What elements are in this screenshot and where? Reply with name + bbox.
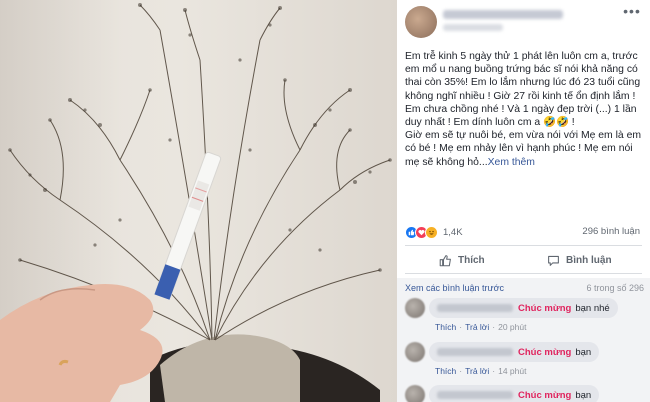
comment-bubble: Chúc mừng bạn <box>429 342 600 362</box>
commenter-avatar[interactable] <box>405 298 425 318</box>
separator-dot: · <box>492 322 496 332</box>
separator-dot: · <box>459 366 463 376</box>
commenter-name-blurred[interactable] <box>437 391 513 399</box>
commenter-name-blurred[interactable] <box>437 304 513 312</box>
photo-illustration <box>0 3 392 402</box>
commenter-name-blurred[interactable] <box>437 348 513 356</box>
comment-actions: Thích · Trả lời · 14 phút <box>435 366 526 376</box>
post-panel: ••• Em trễ kinh 5 ngày thử 1 phát lên lu… <box>397 0 650 402</box>
comment-highlight-text: Chúc mừng <box>518 346 572 358</box>
comment-highlight-text: Chúc mừng <box>518 302 572 314</box>
view-previous-comments-link[interactable]: Xem các bình luận trước <box>405 283 504 293</box>
thumbs-up-icon <box>439 254 451 266</box>
post-photo[interactable] <box>0 0 397 402</box>
separator-dot: · <box>492 366 496 376</box>
comment-text: bạn <box>575 346 592 358</box>
comment-reply-link[interactable]: Trả lời <box>465 366 489 376</box>
post-meta-blurred <box>443 24 503 31</box>
see-more-link[interactable]: Xem thêm <box>488 157 535 168</box>
comment-time[interactable]: 20 phút <box>498 322 526 332</box>
like-button[interactable]: Thích <box>439 252 485 268</box>
comments-count-indicator: 6 trong số 296 <box>586 283 644 293</box>
comments-section: Xem các bình luận trước 6 trong số 296 C… <box>397 278 650 402</box>
comment-actions: Thích · Trả lời · 20 phút <box>435 322 526 332</box>
comment-highlight-text: Chúc mừng <box>518 389 572 401</box>
post-body: Em trễ kinh 5 ngày thử 1 phát lên luôn c… <box>405 50 645 169</box>
comment-like-link[interactable]: Thích <box>435 366 456 376</box>
like-button-label: Thích <box>458 254 485 266</box>
commenter-avatar[interactable] <box>405 342 425 362</box>
author-avatar[interactable] <box>405 6 437 38</box>
comment-bubble: Chúc mừng bạn <box>429 385 600 402</box>
comment-like-link[interactable]: Thích <box>435 322 456 332</box>
haha-reaction-icon <box>425 225 438 239</box>
comment-time[interactable]: 14 phút <box>498 366 526 376</box>
comment-bubble-icon <box>548 255 559 266</box>
comment-text: bạn nhé <box>575 302 610 314</box>
commenter-avatar[interactable] <box>405 385 425 402</box>
reaction-count: 1,4K <box>443 226 463 238</box>
post-header: ••• <box>397 0 650 38</box>
post-body-text: Em trễ kinh 5 ngày thử 1 phát lên luôn c… <box>405 51 642 168</box>
comment-reply-link[interactable]: Trả lời <box>465 322 489 332</box>
comment-button-label: Bình luận <box>566 254 612 266</box>
comment-text: bạn <box>575 389 592 401</box>
divider <box>405 245 642 246</box>
comment-button[interactable]: Bình luận <box>547 252 612 268</box>
test-strip <box>154 151 222 300</box>
more-options-icon[interactable]: ••• <box>622 4 642 20</box>
separator-dot: · <box>459 322 463 332</box>
reaction-summary[interactable]: 1,4K <box>405 225 463 239</box>
author-name-blurred[interactable] <box>443 10 563 19</box>
divider <box>405 273 642 274</box>
comment-bubble: Chúc mừng bạn nhé <box>429 298 618 318</box>
comment-count-link[interactable]: 296 bình luận <box>582 226 640 237</box>
